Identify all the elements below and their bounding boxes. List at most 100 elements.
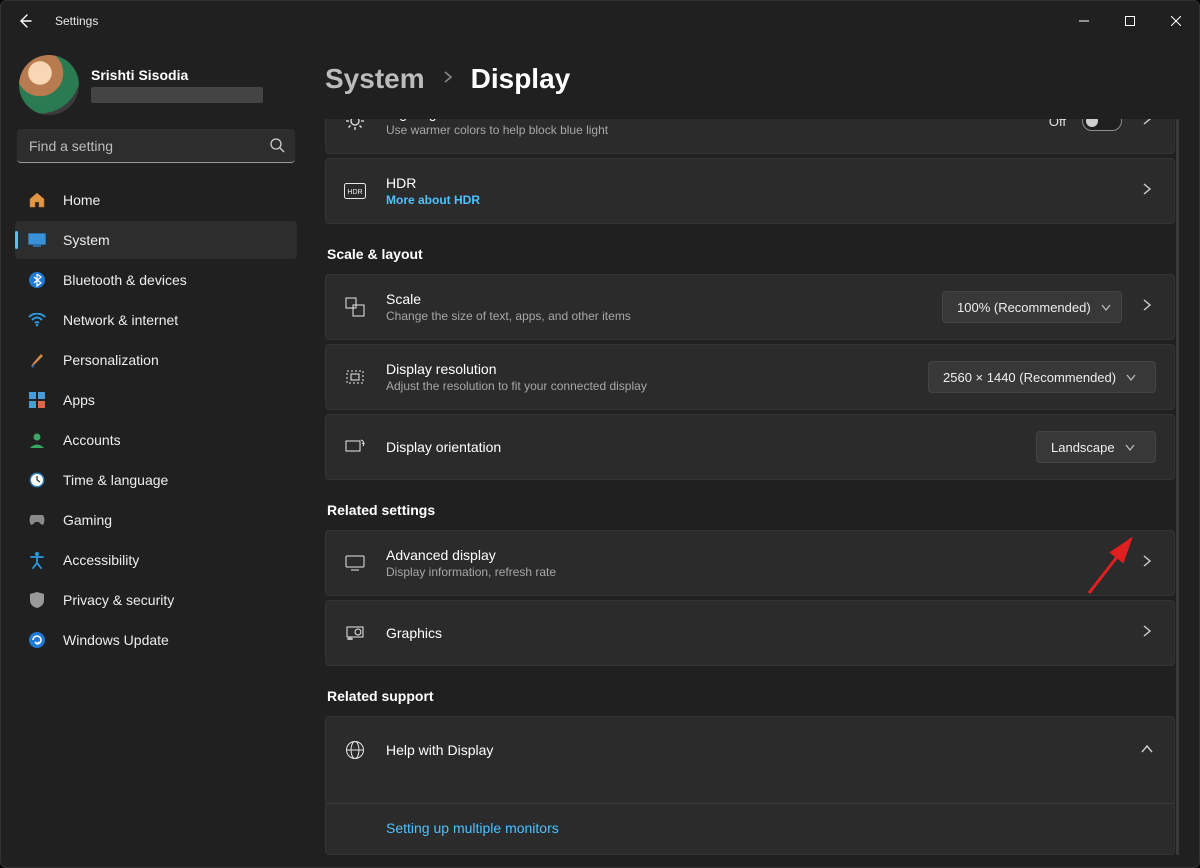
- chevron-right-icon: [1138, 624, 1156, 643]
- user-email-redacted: [91, 87, 263, 103]
- sidebar: Srishti Sisodia Home: [1, 41, 311, 867]
- home-icon: [27, 190, 47, 210]
- monitor-icon: [344, 552, 366, 574]
- card-title: Display resolution: [386, 361, 908, 377]
- minimize-icon: [1079, 16, 1089, 26]
- gamepad-icon: [27, 510, 47, 530]
- scale-icon: [344, 296, 366, 318]
- card-subtitle: Use warmer colors to help block blue lig…: [386, 123, 1029, 137]
- update-icon: [27, 630, 47, 650]
- sidebar-item-label: Network & internet: [63, 312, 178, 328]
- sidebar-item-label: Accessibility: [63, 552, 139, 568]
- chevron-right-icon: [1138, 554, 1156, 573]
- search-input[interactable]: [17, 129, 295, 163]
- sidebar-item-label: Time & language: [63, 472, 168, 488]
- gpu-icon: [344, 622, 366, 644]
- help-link-multiple-monitors[interactable]: Setting up multiple monitors: [386, 820, 559, 836]
- system-icon: [27, 230, 47, 250]
- sidebar-item-privacy[interactable]: Privacy & security: [15, 581, 297, 619]
- user-info: Srishti Sisodia: [91, 67, 263, 103]
- breadcrumb: System Display: [325, 63, 1181, 95]
- user-name: Srishti Sisodia: [91, 67, 263, 83]
- back-button[interactable]: [11, 7, 39, 35]
- settings-window: Settings Srishti Sisodia: [0, 0, 1200, 868]
- minimize-button[interactable]: [1061, 1, 1107, 41]
- hdr-icon: HDR: [344, 180, 366, 202]
- svg-text:HDR: HDR: [347, 189, 362, 196]
- close-icon: [1171, 16, 1181, 26]
- chevron-right-icon: [1138, 298, 1156, 317]
- avatar: [19, 55, 79, 115]
- sidebar-item-network[interactable]: Network & internet: [15, 301, 297, 339]
- chevron-right-icon: [1138, 119, 1156, 131]
- sidebar-item-time-language[interactable]: Time & language: [15, 461, 297, 499]
- chevron-up-icon: [1138, 741, 1156, 759]
- sidebar-item-label: System: [63, 232, 110, 248]
- card-graphics[interactable]: Graphics: [325, 600, 1175, 666]
- dropdown-value: Landscape: [1051, 440, 1115, 455]
- scroll-area: Night light Use warmer colors to help bl…: [325, 119, 1181, 855]
- apps-icon: [27, 390, 47, 410]
- sidebar-item-gaming[interactable]: Gaming: [15, 501, 297, 539]
- breadcrumb-parent[interactable]: System: [325, 63, 425, 95]
- sidebar-item-windows-update[interactable]: Windows Update: [15, 621, 297, 659]
- sidebar-item-system[interactable]: System: [15, 221, 297, 259]
- sidebar-item-label: Personalization: [63, 352, 159, 368]
- card-title: Help with Display: [386, 742, 1118, 758]
- dropdown-value: 2560 × 1440 (Recommended): [943, 370, 1116, 385]
- card-title: Night light: [386, 119, 1029, 121]
- resolution-dropdown[interactable]: 2560 × 1440 (Recommended): [928, 361, 1156, 393]
- sidebar-item-accounts[interactable]: Accounts: [15, 421, 297, 459]
- shield-icon: [27, 590, 47, 610]
- night-light-icon: [344, 119, 366, 132]
- card-subtitle: Display information, refresh rate: [386, 565, 1118, 579]
- card-hdr[interactable]: HDR HDR More about HDR: [325, 158, 1175, 224]
- card-subtitle: Adjust the resolution to fit your connec…: [386, 379, 908, 393]
- help-expander-body: Setting up multiple monitors: [326, 803, 1174, 854]
- maximize-button[interactable]: [1107, 1, 1153, 41]
- card-night-light[interactable]: Night light Use warmer colors to help bl…: [325, 119, 1175, 154]
- night-light-toggle[interactable]: [1082, 119, 1122, 131]
- card-resolution[interactable]: Display resolution Adjust the resolution…: [325, 344, 1175, 410]
- section-scale-layout: Scale & layout: [327, 246, 1175, 262]
- clock-icon: [27, 470, 47, 490]
- orientation-icon: [344, 436, 366, 458]
- person-icon: [27, 430, 47, 450]
- card-advanced-display[interactable]: Advanced display Display information, re…: [325, 530, 1175, 596]
- search-container: [17, 129, 295, 163]
- toggle-state-label: Off: [1049, 119, 1066, 129]
- sidebar-item-label: Bluetooth & devices: [63, 272, 187, 288]
- accessibility-icon: [27, 550, 47, 570]
- sidebar-item-bluetooth[interactable]: Bluetooth & devices: [15, 261, 297, 299]
- hdr-link[interactable]: More about HDR: [386, 193, 1118, 207]
- sidebar-item-label: Home: [63, 192, 100, 208]
- resolution-icon: [344, 366, 366, 388]
- title-bar-left: Settings: [11, 7, 98, 35]
- sidebar-item-home[interactable]: Home: [15, 181, 297, 219]
- chevron-down-icon: [1101, 300, 1111, 315]
- sidebar-item-label: Windows Update: [63, 632, 169, 648]
- orientation-dropdown[interactable]: Landscape: [1036, 431, 1156, 463]
- sidebar-item-apps[interactable]: Apps: [15, 381, 297, 419]
- app-title: Settings: [55, 14, 98, 28]
- card-title: Display orientation: [386, 439, 1016, 455]
- card-orientation[interactable]: Display orientation Landscape: [325, 414, 1175, 480]
- scale-dropdown[interactable]: 100% (Recommended): [942, 291, 1122, 323]
- main-content: System Display Night light: [311, 41, 1199, 867]
- scrollbar[interactable]: [1176, 119, 1179, 855]
- sidebar-item-label: Apps: [63, 392, 95, 408]
- sidebar-item-label: Privacy & security: [63, 592, 174, 608]
- user-profile[interactable]: Srishti Sisodia: [19, 55, 297, 115]
- card-scale[interactable]: Scale Change the size of text, apps, and…: [325, 274, 1175, 340]
- sidebar-item-label: Accounts: [63, 432, 121, 448]
- wifi-icon: [27, 310, 47, 330]
- search-icon: [269, 137, 285, 158]
- title-bar: Settings: [1, 1, 1199, 41]
- close-button[interactable]: [1153, 1, 1199, 41]
- section-related-support: Related support: [327, 688, 1175, 704]
- sidebar-item-personalization[interactable]: Personalization: [15, 341, 297, 379]
- sidebar-item-accessibility[interactable]: Accessibility: [15, 541, 297, 579]
- help-expander-header[interactable]: Help with Display: [326, 717, 1174, 783]
- sidebar-item-label: Gaming: [63, 512, 112, 528]
- section-related-settings: Related settings: [327, 502, 1175, 518]
